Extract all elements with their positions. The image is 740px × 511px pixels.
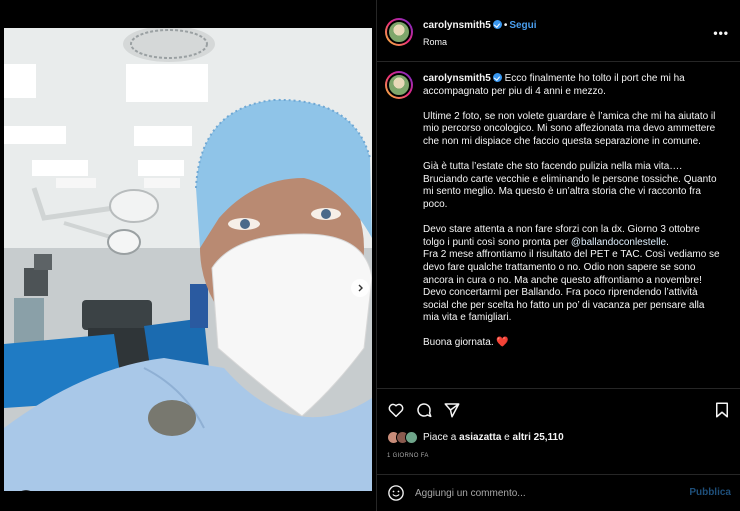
verified-badge-icon <box>492 20 502 29</box>
liker-avatar <box>405 431 418 444</box>
caption-paragraph: Ultime 2 foto, se non volete guardare è … <box>423 110 716 147</box>
comment-bar: Pubblica <box>377 474 740 511</box>
username-link[interactable]: carolynsmith5 <box>423 20 491 31</box>
comment-input[interactable] <box>415 485 675 501</box>
emoji-icon[interactable] <box>387 484 405 502</box>
caption-username[interactable]: carolynsmith5 <box>423 73 491 84</box>
likes-count-link[interactable]: altri 25,110 <box>513 432 564 443</box>
chevron-right-icon <box>358 284 363 292</box>
liker-username-link[interactable]: asiazatta <box>459 432 501 443</box>
publish-button[interactable]: Pubblica <box>689 487 731 498</box>
photo-illustration <box>4 28 372 491</box>
post-photo[interactable] <box>4 28 372 491</box>
avatar[interactable] <box>385 71 413 99</box>
post-media-area <box>0 0 376 511</box>
caption-paragraph: Buona giornata. ❤️ <box>423 337 509 349</box>
share-icon[interactable] <box>443 401 461 419</box>
caption-line: Fra 2 mese affrontiamo il risultato del … <box>423 249 720 286</box>
caption-line: Devo concertarmi per Ballando. Fra poco … <box>423 287 705 324</box>
comment-icon[interactable] <box>415 401 433 419</box>
likes-conjunction: e <box>504 432 510 443</box>
post-sidebar: carolynsmith5 • Segui Roma ••• carolynsmit… <box>376 0 740 511</box>
caption-paragraph: Già è tutta l’estate che sto facendo pul… <box>423 161 717 210</box>
avatar[interactable] <box>385 18 413 46</box>
heart-icon[interactable] <box>387 401 405 419</box>
caption-text: carolynsmith5 Ecco finalmente ho tolto i… <box>423 73 723 363</box>
follow-button[interactable]: Segui <box>509 20 536 31</box>
caption-area: carolynsmith5 Ecco finalmente ho tolto i… <box>377 63 740 387</box>
caption-line: . <box>666 236 669 248</box>
caption-paragraph: Devo stare attenta a non fare sforzi con… <box>423 224 723 325</box>
likes-text: Piace a asiazatta e altri 25,110 <box>423 432 564 443</box>
post-actions: Piace a asiazatta e altri 25,110 1 GIORN… <box>377 388 740 474</box>
bookmark-icon[interactable] <box>713 401 731 419</box>
location-link[interactable]: Roma <box>423 37 447 47</box>
likes-prefix: Piace a <box>423 432 457 443</box>
separator: • <box>503 20 508 31</box>
post-timestamp[interactable]: 1 GIORNO FA <box>387 453 429 459</box>
verified-badge-icon <box>492 73 502 82</box>
header-username-row: carolynsmith5 • Segui <box>423 20 537 31</box>
mention-link[interactable]: @ballandoconlestelle <box>571 237 666 248</box>
more-options-icon[interactable]: ••• <box>713 26 729 40</box>
post-header: carolynsmith5 • Segui Roma ••• <box>377 0 740 62</box>
likes-row: Piace a asiazatta e altri 25,110 <box>387 431 564 444</box>
next-photo-button[interactable] <box>351 279 369 297</box>
